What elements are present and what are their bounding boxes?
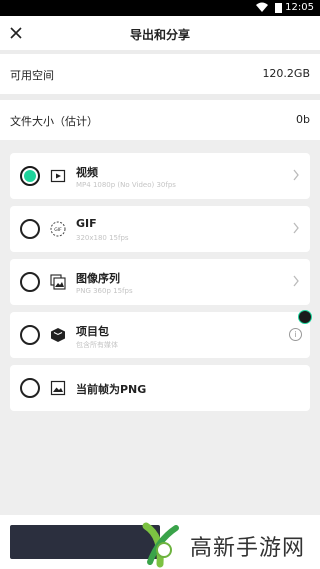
status-bar: 12:05 [0, 0, 320, 16]
option-image-sequence[interactable]: 图像序列 PNG 360p 15fps [10, 259, 310, 305]
option-current-frame-png[interactable]: 当前帧为PNG [10, 365, 310, 411]
radio-project-package[interactable] [20, 325, 40, 345]
option-project-package[interactable]: 项目包 包含所有媒体 i [10, 312, 310, 358]
radio-current-frame-png[interactable] [20, 378, 40, 398]
radio-image-sequence[interactable] [20, 272, 40, 292]
radio-video[interactable] [20, 166, 40, 186]
option-project-package-detail: 包含所有媒体 [76, 341, 118, 349]
option-video-detail: MP4 1080p (No Video) 30fps [76, 181, 176, 189]
chevron-right-icon [293, 169, 299, 181]
chevron-right-icon [293, 275, 299, 287]
image-sequence-icon [50, 274, 66, 290]
option-gif-detail: 320x180 15fps [76, 234, 129, 242]
battery-icon [275, 3, 282, 13]
option-video-label: 视频 [76, 166, 98, 179]
gif-icon: GIF [50, 221, 66, 237]
file-size-row: 文件大小（估计） 0b [0, 100, 320, 140]
header-bar: 导出和分享 [0, 16, 320, 50]
radio-gif[interactable] [20, 219, 40, 239]
wifi-icon [256, 2, 268, 12]
option-image-sequence-label: 图像序列 [76, 272, 120, 285]
page-title: 导出和分享 [129, 28, 190, 42]
svg-text:GIF: GIF [54, 227, 62, 233]
available-space-label: 可用空间 [10, 69, 54, 82]
option-gif-label: GIF [76, 217, 97, 230]
option-video[interactable]: 视频 MP4 1080p (No Video) 30fps [10, 153, 310, 199]
watermark: 高新手游网 [132, 518, 320, 568]
file-size-value: 0b [296, 113, 310, 126]
watermark-logo [142, 522, 179, 568]
video-icon [50, 169, 66, 183]
image-icon [50, 380, 66, 396]
option-image-sequence-detail: PNG 360p 15fps [76, 287, 133, 295]
option-current-frame-png-label: 当前帧为PNG [76, 383, 147, 396]
chevron-right-icon [293, 222, 299, 234]
lock-badge-icon [298, 310, 312, 324]
available-space-row: 可用空间 120.2GB [0, 54, 320, 94]
option-gif[interactable]: GIF GIF 320x180 15fps [10, 206, 310, 252]
option-project-package-label: 项目包 [76, 325, 109, 338]
info-icon[interactable]: i [289, 328, 302, 341]
watermark-text: 高新手游网 [190, 536, 306, 561]
available-space-value: 120.2GB [262, 67, 310, 80]
file-size-label: 文件大小（估计） [10, 115, 98, 128]
package-icon [51, 328, 65, 342]
status-time: 12:05 [285, 2, 314, 13]
